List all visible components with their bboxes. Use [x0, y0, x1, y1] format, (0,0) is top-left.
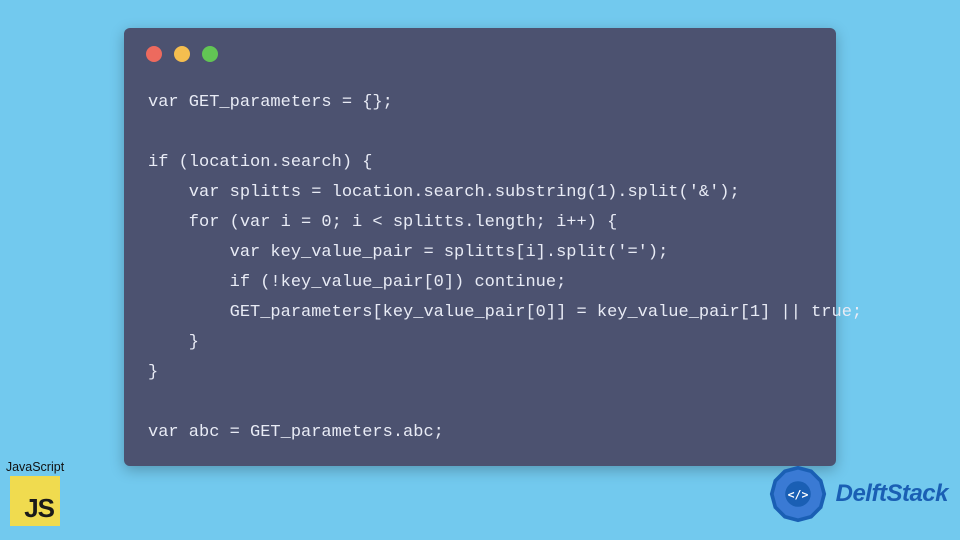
code-window: var GET_parameters = {}; if (location.se… [124, 28, 836, 466]
code-block: var GET_parameters = {}; if (location.se… [148, 88, 812, 446]
javascript-badge: JavaScript JS [4, 460, 66, 526]
close-icon [146, 46, 162, 62]
javascript-label: JavaScript [4, 460, 66, 474]
window-buttons [146, 46, 218, 62]
brand-logo-group: </> DelftStack [766, 462, 948, 526]
delftstack-logo-icon: </> [766, 462, 830, 526]
brand-name: DelftStack [836, 480, 948, 508]
minimize-icon [174, 46, 190, 62]
zoom-icon [202, 46, 218, 62]
javascript-tile-icon: JS [10, 476, 60, 526]
svg-text:</>: </> [787, 487, 808, 501]
